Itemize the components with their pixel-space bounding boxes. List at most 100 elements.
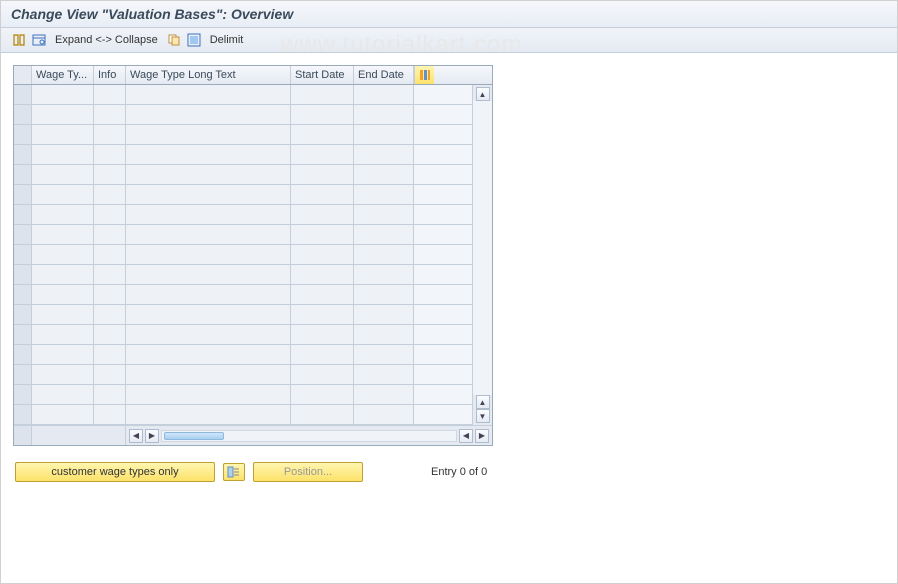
position-icon-button[interactable] [223, 463, 245, 481]
hscroll-track[interactable] [161, 430, 457, 442]
cell-wage-type[interactable] [32, 225, 94, 244]
cell-info[interactable] [94, 85, 126, 104]
cell-long-text[interactable] [126, 405, 291, 424]
cell-end-date[interactable] [354, 185, 414, 204]
table-row[interactable] [14, 145, 472, 165]
table-row[interactable] [14, 205, 472, 225]
cell-start-date[interactable] [291, 285, 354, 304]
cell-end-date[interactable] [354, 85, 414, 104]
cell-info[interactable] [94, 185, 126, 204]
cell-wage-type[interactable] [32, 105, 94, 124]
table-row[interactable] [14, 105, 472, 125]
row-selector[interactable] [14, 85, 32, 104]
row-selector[interactable] [14, 325, 32, 344]
cell-end-date[interactable] [354, 345, 414, 364]
cell-long-text[interactable] [126, 245, 291, 264]
cell-start-date[interactable] [291, 245, 354, 264]
cell-long-text[interactable] [126, 205, 291, 224]
cell-long-text[interactable] [126, 125, 291, 144]
delimit-button[interactable]: Delimit [206, 34, 248, 46]
cell-end-date[interactable] [354, 405, 414, 424]
scroll-left-icon[interactable]: ◀ [129, 429, 143, 443]
cell-end-date[interactable] [354, 385, 414, 404]
table-row[interactable] [14, 185, 472, 205]
row-selector[interactable] [14, 285, 32, 304]
col-header-long-text[interactable]: Wage Type Long Text [126, 66, 291, 84]
customer-wage-types-button[interactable]: customer wage types only [15, 462, 215, 482]
copy-icon[interactable] [166, 32, 182, 48]
row-selector[interactable] [14, 265, 32, 284]
cell-end-date[interactable] [354, 325, 414, 344]
cell-wage-type[interactable] [32, 245, 94, 264]
cell-end-date[interactable] [354, 245, 414, 264]
cell-start-date[interactable] [291, 365, 354, 384]
cell-start-date[interactable] [291, 385, 354, 404]
cell-wage-type[interactable] [32, 165, 94, 184]
table-row[interactable] [14, 305, 472, 325]
cell-end-date[interactable] [354, 205, 414, 224]
details-icon[interactable] [31, 32, 47, 48]
row-selector[interactable] [14, 365, 32, 384]
cell-wage-type[interactable] [32, 85, 94, 104]
scroll-up2-icon[interactable]: ▲ [476, 395, 490, 409]
scroll-right2-icon[interactable]: ▶ [475, 429, 489, 443]
table-row[interactable] [14, 85, 472, 105]
cell-info[interactable] [94, 385, 126, 404]
cell-end-date[interactable] [354, 285, 414, 304]
cell-long-text[interactable] [126, 225, 291, 244]
row-selector[interactable] [14, 225, 32, 244]
table-row[interactable] [14, 125, 472, 145]
table-row[interactable] [14, 365, 472, 385]
scroll-up-icon[interactable]: ▲ [476, 87, 490, 101]
cell-info[interactable] [94, 225, 126, 244]
hscroll-thumb[interactable] [164, 432, 224, 440]
cell-wage-type[interactable] [32, 365, 94, 384]
scroll-down-icon[interactable]: ▼ [476, 409, 490, 423]
cell-long-text[interactable] [126, 265, 291, 284]
col-header-start-date[interactable]: Start Date [291, 66, 354, 84]
cell-info[interactable] [94, 205, 126, 224]
row-selector[interactable] [14, 125, 32, 144]
col-header-end-date[interactable]: End Date [354, 66, 414, 84]
cell-start-date[interactable] [291, 265, 354, 284]
cell-long-text[interactable] [126, 85, 291, 104]
cell-long-text[interactable] [126, 365, 291, 384]
cell-start-date[interactable] [291, 325, 354, 344]
position-button[interactable]: Position... [253, 462, 363, 482]
scroll-track[interactable] [473, 101, 492, 395]
cell-end-date[interactable] [354, 125, 414, 144]
table-row[interactable] [14, 165, 472, 185]
cell-wage-type[interactable] [32, 265, 94, 284]
cell-start-date[interactable] [291, 225, 354, 244]
cell-info[interactable] [94, 325, 126, 344]
configure-columns-icon[interactable] [414, 66, 434, 84]
row-selector[interactable] [14, 345, 32, 364]
cell-end-date[interactable] [354, 225, 414, 244]
cell-end-date[interactable] [354, 105, 414, 124]
table-row[interactable] [14, 225, 472, 245]
table-row[interactable] [14, 285, 472, 305]
horizontal-scrollbar[interactable]: ◀ ▶ ◀ ▶ [126, 429, 492, 443]
col-header-wage-type[interactable]: Wage Ty... [32, 66, 94, 84]
cell-wage-type[interactable] [32, 285, 94, 304]
cell-long-text[interactable] [126, 105, 291, 124]
table-row[interactable] [14, 245, 472, 265]
cell-start-date[interactable] [291, 305, 354, 324]
cell-end-date[interactable] [354, 165, 414, 184]
cell-info[interactable] [94, 145, 126, 164]
cell-long-text[interactable] [126, 305, 291, 324]
cell-info[interactable] [94, 125, 126, 144]
cell-end-date[interactable] [354, 145, 414, 164]
table-row[interactable] [14, 405, 472, 425]
row-selector[interactable] [14, 205, 32, 224]
cell-wage-type[interactable] [32, 325, 94, 344]
cell-end-date[interactable] [354, 265, 414, 284]
cell-long-text[interactable] [126, 185, 291, 204]
cell-info[interactable] [94, 285, 126, 304]
scroll-right-icon[interactable]: ▶ [145, 429, 159, 443]
cell-wage-type[interactable] [32, 385, 94, 404]
cell-wage-type[interactable] [32, 145, 94, 164]
cell-long-text[interactable] [126, 345, 291, 364]
row-selector[interactable] [14, 245, 32, 264]
row-selector[interactable] [14, 145, 32, 164]
